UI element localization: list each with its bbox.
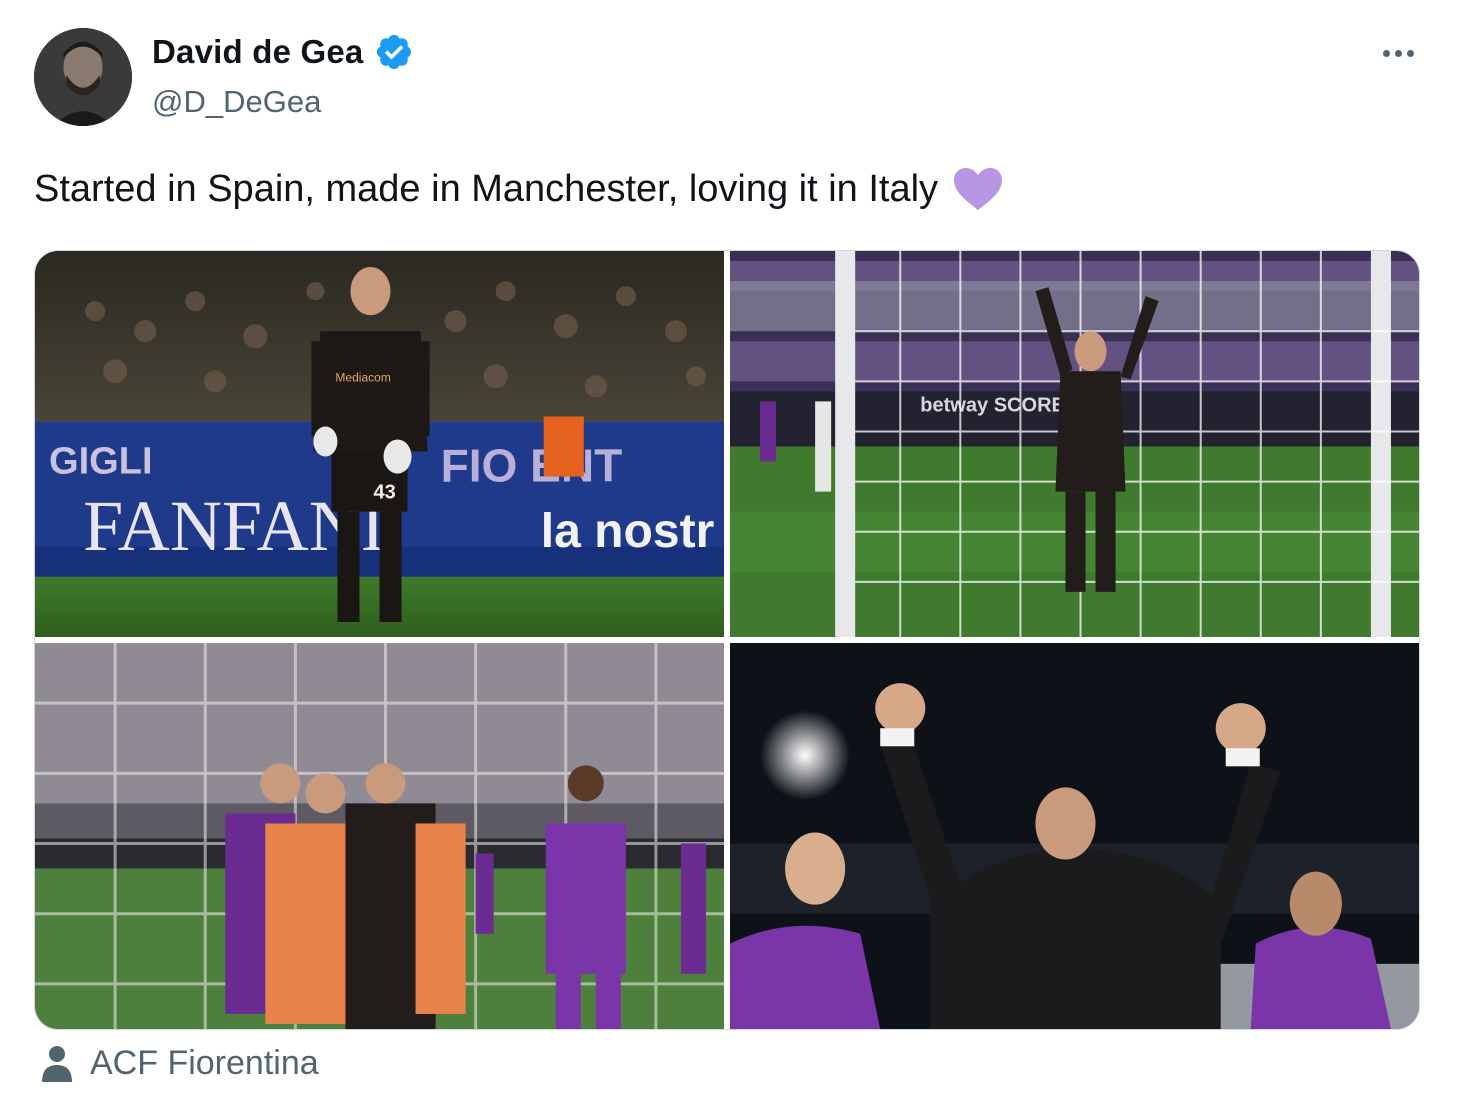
board-text-fiorentina: FIO ENT <box>441 440 623 492</box>
media-grid: GIGLI FANFANI FIO ENT la nostr Mediacom … <box>34 250 1420 1030</box>
profile-avatar[interactable] <box>34 28 132 126</box>
tagged-label: ACF Fiorentina <box>90 1044 319 1082</box>
more-options-icon[interactable] <box>1376 36 1420 70</box>
verified-badge-icon <box>376 34 411 70</box>
photo-1[interactable]: GIGLI FANFANI FIO ENT la nostr Mediacom … <box>35 251 724 637</box>
purple-heart-icon <box>954 168 1003 210</box>
kit-sponsor: Mediacom <box>335 370 390 384</box>
board-text-la-nostra: la nostr <box>541 504 715 558</box>
more-dot <box>1406 49 1414 57</box>
tweet-text: Started in Spain, made in Manchester, lo… <box>34 167 939 210</box>
board-text-betway: betway SCORES <box>920 394 1078 416</box>
person-icon <box>42 1045 72 1082</box>
author-display-name[interactable]: David de Gea <box>152 33 364 71</box>
tweet-text-row: Started in Spain, made in Manchester, lo… <box>34 166 1004 212</box>
photo-4[interactable] <box>730 643 1419 1029</box>
photo-2[interactable]: betway SCORES <box>730 251 1419 637</box>
tweet-card: David de Gea @D_DeGea Started in Spain, … <box>0 0 1460 1109</box>
more-dot <box>1394 49 1402 57</box>
author-handle[interactable]: @D_DeGea <box>152 84 321 120</box>
more-dot <box>1382 49 1390 57</box>
board-text-gigli: GIGLI <box>49 441 153 483</box>
kit-number: 43 <box>373 482 395 504</box>
tagged-account[interactable]: ACF Fiorentina <box>40 1044 319 1083</box>
photo-3[interactable] <box>35 643 724 1029</box>
author-name-row: David de Gea <box>152 32 414 72</box>
